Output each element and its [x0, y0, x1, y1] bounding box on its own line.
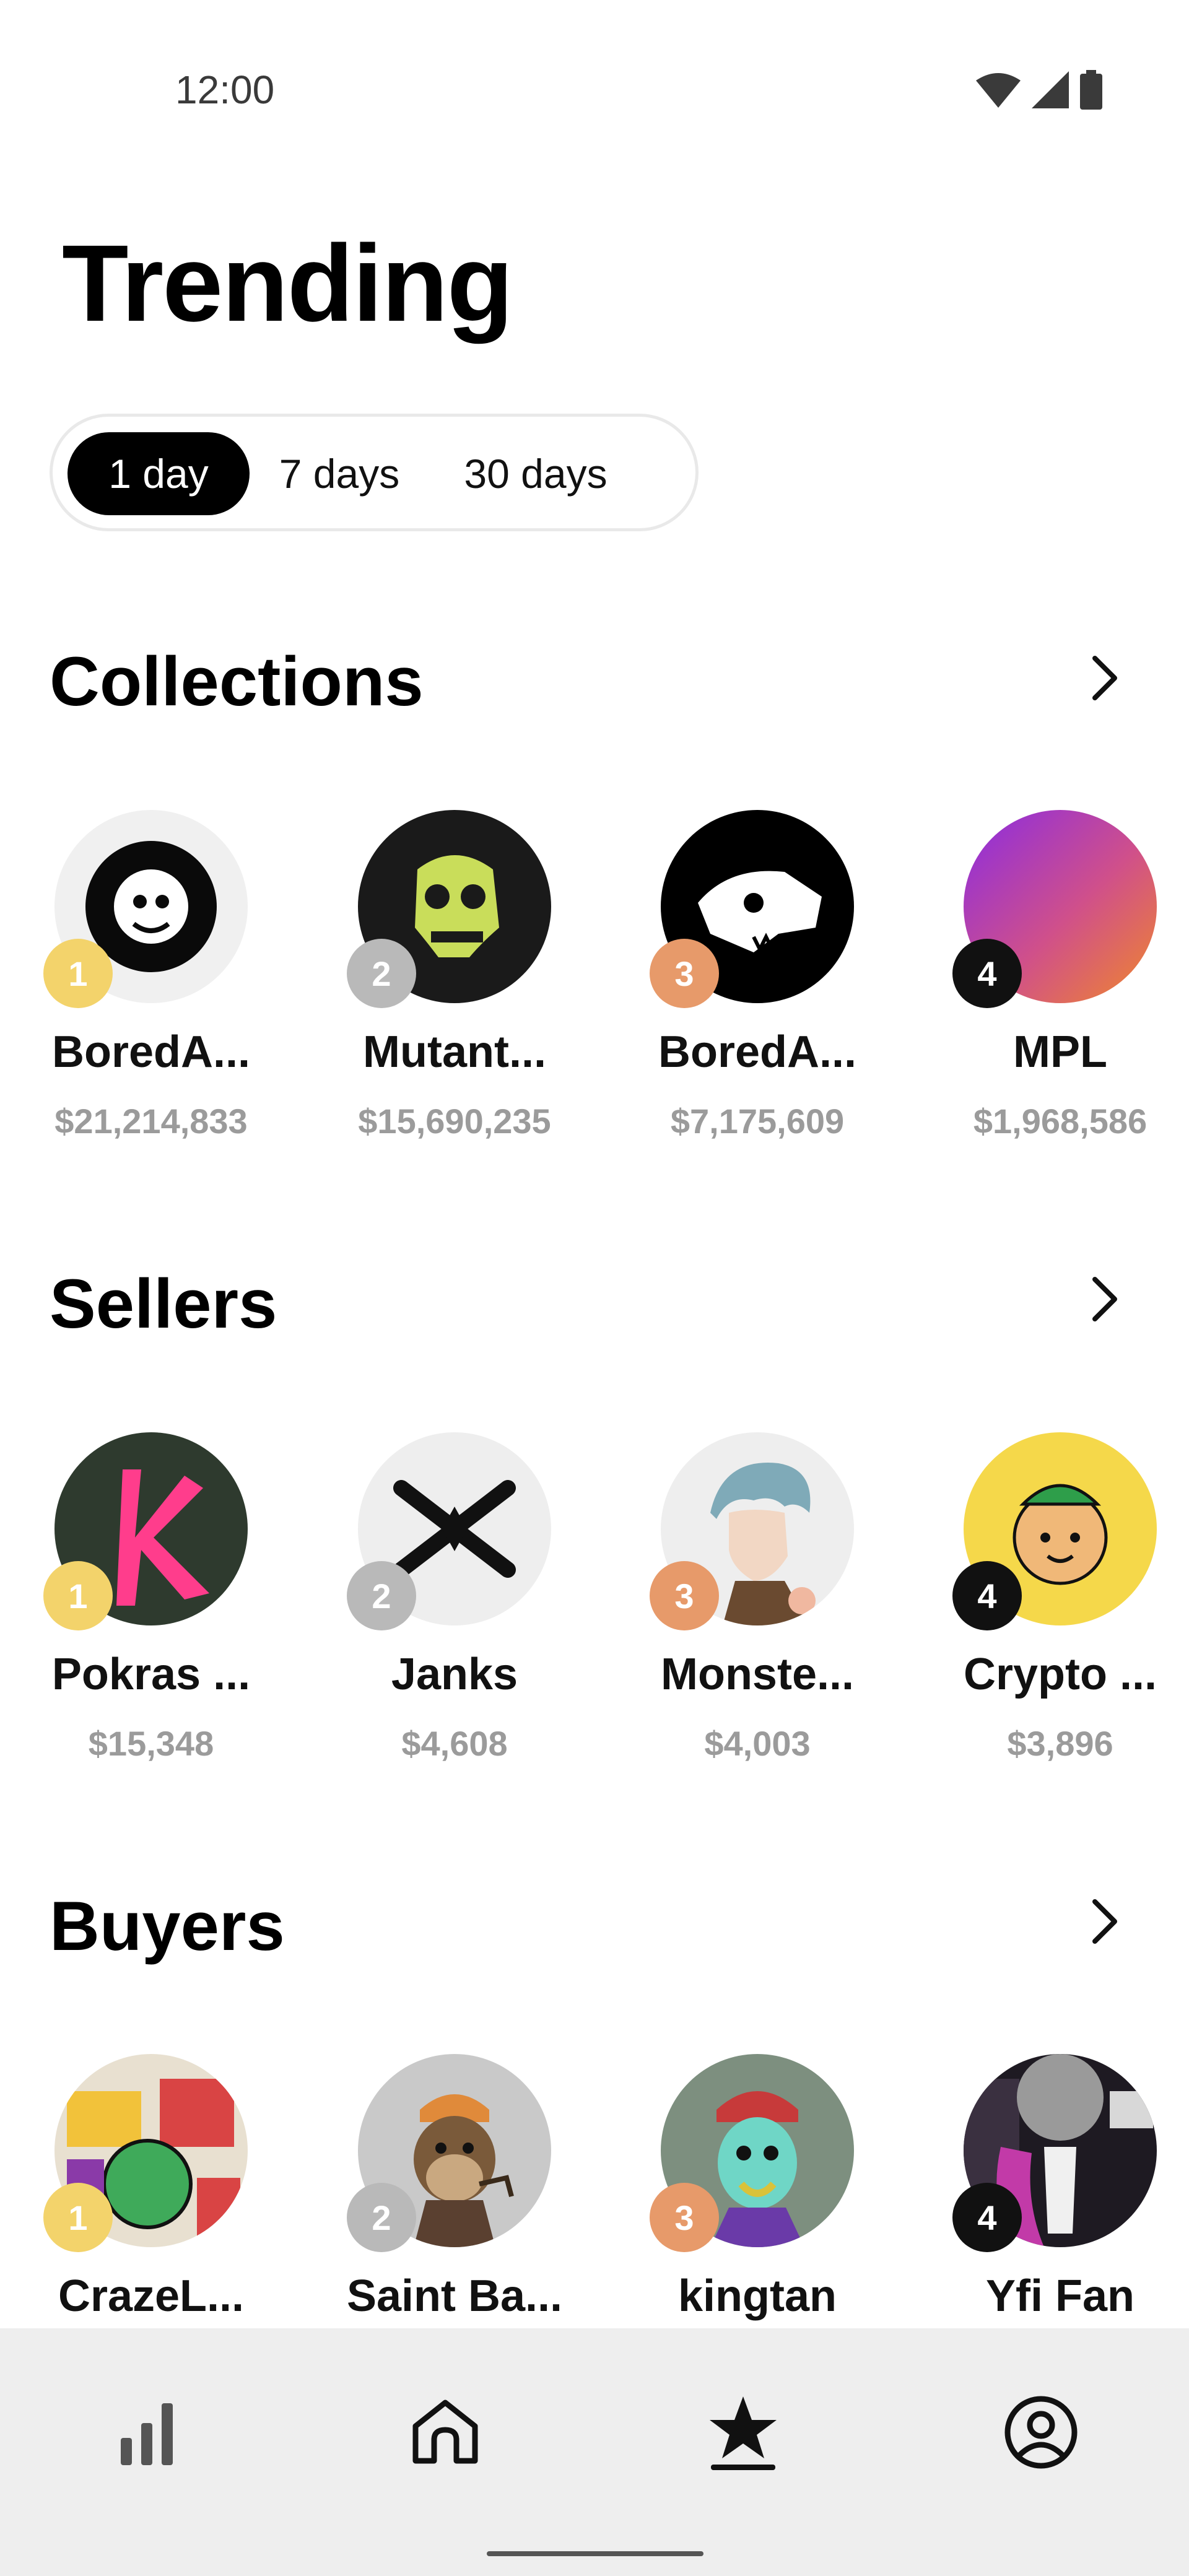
- collection-name: BoredA...: [51, 1027, 251, 1077]
- nav-trending[interactable]: [700, 2389, 786, 2476]
- nav-stats[interactable]: [103, 2389, 190, 2476]
- seller-name: Pokras ...: [51, 1650, 251, 1699]
- period-selector: 1 day 7 days 30 days: [50, 414, 699, 531]
- buyer-name: kingtan: [677, 2271, 837, 2321]
- collection-name: Mutant...: [363, 1027, 546, 1077]
- rank-badge: 2: [347, 939, 416, 1008]
- home-icon: [412, 2400, 478, 2464]
- rank-badge: 4: [952, 939, 1022, 1008]
- buyers-chevron-right-icon[interactable]: [1085, 1897, 1125, 1946]
- buyer-name: Saint Ba...: [346, 2271, 563, 2321]
- cellular-signal-icon: [1032, 71, 1069, 108]
- home-indicator[interactable]: [487, 2551, 703, 2556]
- page-title: Trending: [62, 223, 513, 344]
- buyer-name: CrazeL...: [58, 2271, 245, 2321]
- rank-badge: 1: [43, 1561, 113, 1630]
- collection-value: $1,968,586: [973, 1102, 1148, 1141]
- collection-value: $15,690,235: [358, 1102, 551, 1141]
- rank-badge: 2: [347, 2183, 416, 2252]
- collection-value: $21,214,833: [54, 1102, 248, 1141]
- rank-badge: 3: [650, 2183, 719, 2252]
- seller-name: Crypto ...: [963, 1650, 1157, 1699]
- collections-chevron-right-icon[interactable]: [1085, 653, 1125, 703]
- period-7-days-button[interactable]: 7 days: [262, 432, 417, 515]
- bottom-navigation: [0, 2328, 1189, 2576]
- status-time: 12:00: [175, 67, 275, 112]
- collection-value: $7,175,609: [670, 1102, 845, 1141]
- sellers-chevron-right-icon[interactable]: [1085, 1274, 1125, 1324]
- rank-badge: 4: [952, 2183, 1022, 2252]
- seller-value: $15,348: [88, 1724, 214, 1763]
- seller-name: Janks: [391, 1650, 518, 1699]
- rank-badge: 3: [650, 1561, 719, 1630]
- rank-badge: 1: [43, 2183, 113, 2252]
- status-icons: [976, 68, 1102, 111]
- rank-badge: 3: [650, 939, 719, 1008]
- sellers-section-title: Sellers: [50, 1265, 277, 1342]
- nav-home[interactable]: [402, 2389, 489, 2476]
- wifi-icon: [976, 73, 1021, 108]
- rank-badge: 1: [43, 939, 113, 1008]
- collection-name: MPL: [1013, 1027, 1107, 1077]
- profile-icon: [1004, 2396, 1078, 2469]
- buyers-section-title: Buyers: [50, 1887, 285, 1965]
- seller-name: Monste...: [660, 1650, 854, 1699]
- seller-value: $4,003: [704, 1724, 811, 1763]
- seller-value: $3,896: [1007, 1724, 1113, 1763]
- rank-badge: 2: [347, 1561, 416, 1630]
- collections-section-title: Collections: [50, 643, 424, 720]
- period-30-days-button[interactable]: 30 days: [429, 432, 642, 515]
- star-icon: [710, 2396, 777, 2470]
- collection-name: BoredA...: [658, 1027, 857, 1077]
- period-1-day-button[interactable]: 1 day: [68, 432, 250, 515]
- buyer-name: Yfi Fan: [985, 2271, 1135, 2321]
- seller-value: $4,608: [401, 1724, 508, 1763]
- rank-badge: 4: [952, 1561, 1022, 1630]
- nav-profile[interactable]: [998, 2389, 1084, 2476]
- battery-icon: [1080, 70, 1102, 110]
- stats-icon: [121, 2403, 173, 2465]
